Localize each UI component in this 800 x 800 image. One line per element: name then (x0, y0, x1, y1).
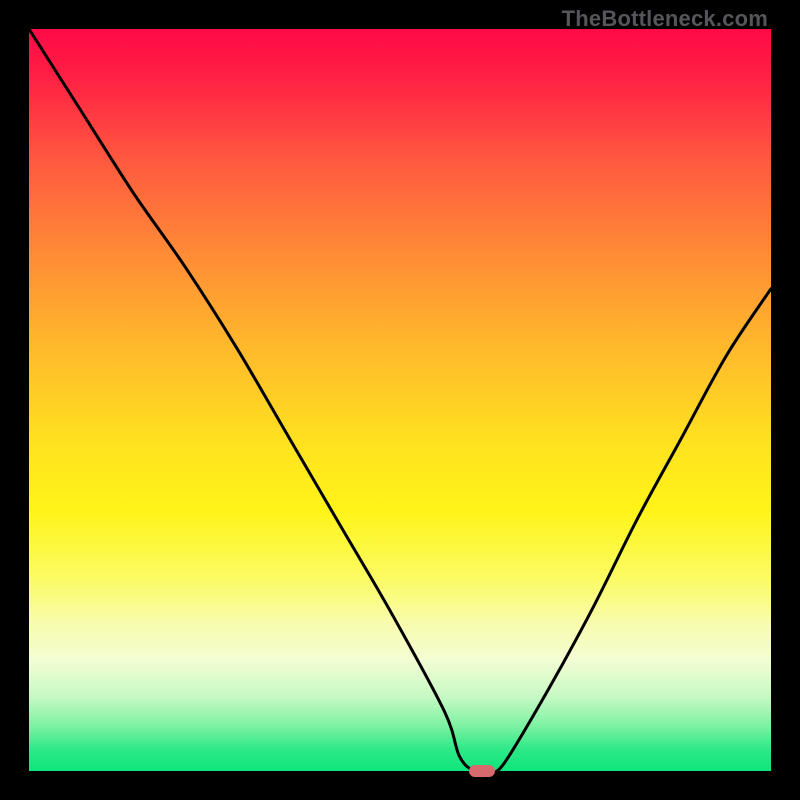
optimal-marker (469, 765, 495, 777)
bottleneck-curve (29, 29, 771, 771)
plot-area (29, 29, 771, 771)
chart-container: TheBottleneck.com (0, 0, 800, 800)
